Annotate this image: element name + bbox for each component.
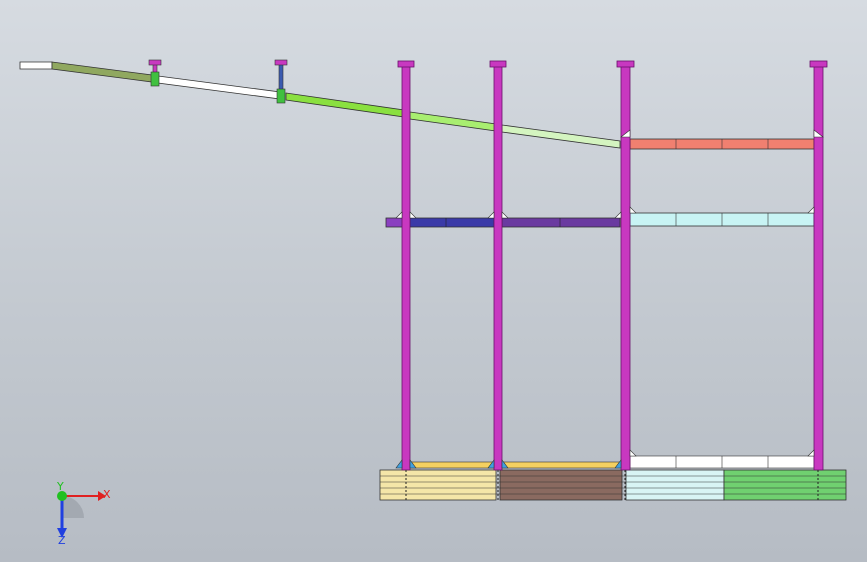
beam-segment-green-1[interactable]: [285, 92, 405, 118]
z-axis-label: Z: [58, 534, 66, 547]
column-1[interactable]: [397, 60, 415, 471]
hanger-joint-2[interactable]: [276, 88, 286, 104]
base-section-green[interactable]: [723, 469, 847, 501]
column-2[interactable]: [489, 60, 507, 471]
gusset-plates: [395, 129, 824, 469]
hanger-cap-2[interactable]: [274, 59, 288, 66]
beam-segment-light-green[interactable]: [501, 124, 621, 149]
middle-beam-navy[interactable]: [409, 217, 495, 228]
beam-segment-green-2[interactable]: [409, 111, 497, 132]
hanger-joint-1[interactable]: [150, 71, 160, 87]
hanger-cap-1[interactable]: [148, 59, 162, 66]
middle-beam-left-stub[interactable]: [385, 217, 405, 228]
foundation-base[interactable]: [379, 455, 847, 501]
x-axis-label: X: [103, 488, 111, 501]
upper-beam-salmon[interactable]: [629, 138, 815, 150]
middle-beam-purple[interactable]: [501, 217, 621, 228]
orientation-triad[interactable]: X Y Z: [40, 478, 120, 548]
beam-segment-white[interactable]: [157, 75, 281, 100]
column-4[interactable]: [809, 60, 828, 471]
y-axis-label: Y: [56, 480, 64, 493]
base-section-yellow[interactable]: [379, 469, 497, 501]
sloped-roof-beam[interactable]: [19, 59, 621, 149]
cad-viewport[interactable]: X Y Z: [0, 0, 867, 562]
beam-segment-white-end[interactable]: [19, 61, 53, 70]
column-3[interactable]: [616, 60, 635, 471]
base-section-cyan[interactable]: [625, 469, 725, 501]
middle-beam-row[interactable]: [385, 212, 815, 228]
frame-structure-model[interactable]: [0, 0, 867, 562]
base-section-brown[interactable]: [499, 469, 623, 501]
base-top-plate-yellow[interactable]: [409, 461, 621, 469]
beam-segment-olive[interactable]: [51, 61, 153, 83]
